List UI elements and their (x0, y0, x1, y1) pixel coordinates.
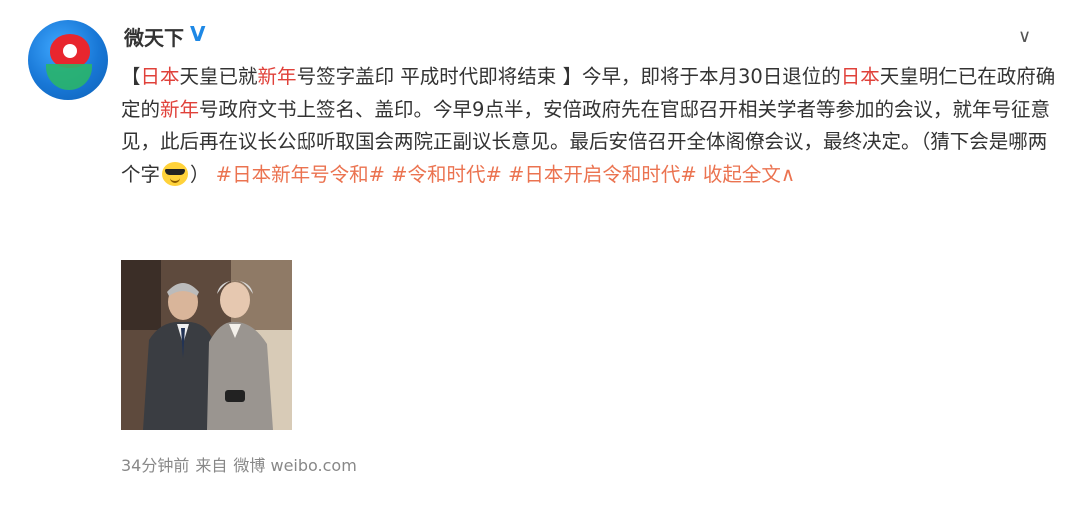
chevron-up-icon: ∧ (780, 162, 796, 186)
post-footer: 34分钟前 来自 微博 weibo.com (121, 452, 363, 476)
hashtag-2[interactable]: #日本开启令和时代# (508, 163, 697, 186)
photo-illustration (121, 260, 292, 430)
post-photo[interactable] (121, 260, 292, 430)
weibo-eye-logo (50, 34, 90, 68)
highlight-keyword: 新年 (257, 65, 297, 88)
post-time[interactable]: 34分钟前 (121, 456, 189, 475)
collapse-label: 收起全文 (702, 162, 781, 186)
sunglasses-emoji-icon (162, 161, 189, 186)
globe-icon (46, 64, 92, 90)
collapse-button[interactable]: 收起全文∧ (703, 163, 795, 186)
chevron-down-icon[interactable]: ∨ (1018, 26, 1031, 47)
verified-icon: V (190, 22, 206, 46)
from-label: 来自 (195, 456, 228, 475)
highlight-keyword: 新年 (160, 97, 200, 121)
post-source[interactable]: 微博 weibo.com (233, 456, 356, 475)
hashtag-1[interactable]: #令和时代# (391, 163, 502, 186)
user-name[interactable]: 微天下 (124, 22, 184, 51)
highlight-keyword: 日本 (140, 65, 180, 88)
post-text-segment: 【 (121, 65, 141, 88)
highlight-keyword: 日本 (840, 65, 880, 88)
post-text-segment: 天皇已就 (179, 65, 258, 88)
post-text-segment: 号签字盖印 平成时代即将结束 】今早，即将于本月30日退位的 (296, 65, 841, 88)
avatar[interactable] (28, 20, 108, 100)
post-text: 【日本天皇已就新年号签字盖印 平成时代即将结束 】今早，即将于本月30日退位的日… (121, 61, 1066, 191)
hashtag-0[interactable]: #日本新年号令和# (216, 163, 385, 186)
paren-close: ） (190, 162, 210, 186)
